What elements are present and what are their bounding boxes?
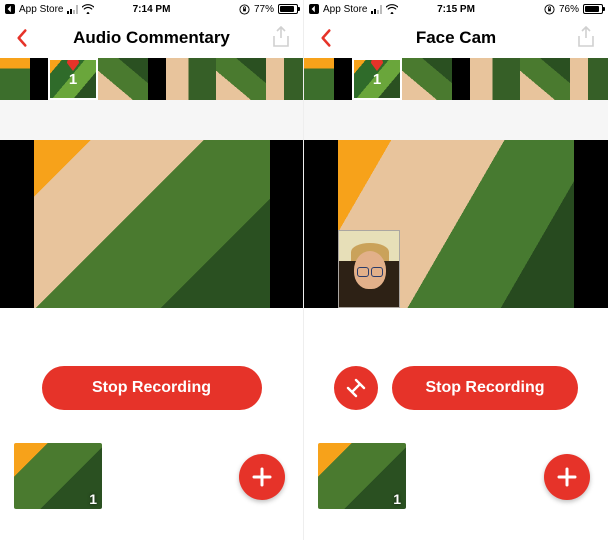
- video-preview[interactable]: [304, 140, 608, 308]
- timeline-frame[interactable]: [216, 58, 266, 100]
- battery-percent: 77%: [254, 4, 274, 15]
- spacer: [304, 100, 608, 140]
- timeline-gap: [30, 58, 48, 100]
- clips-row: 1: [304, 436, 608, 516]
- timeline-gap: [452, 58, 470, 100]
- stop-recording-button[interactable]: Stop Recording: [42, 366, 262, 410]
- nav-bar: Face Cam: [304, 18, 608, 58]
- timeline-gap: [334, 58, 352, 100]
- spacer: [0, 100, 303, 140]
- video-frame: [34, 140, 270, 308]
- battery-icon: [278, 4, 298, 14]
- clip-thumbnail[interactable]: 1: [318, 443, 406, 509]
- share-button[interactable]: [576, 26, 598, 50]
- timeline-frame[interactable]: [304, 58, 334, 100]
- spacer: [304, 412, 608, 436]
- marker-icon: [66, 58, 80, 72]
- breadcrumb-back-icon[interactable]: [5, 4, 15, 14]
- timeline-gap: [148, 58, 166, 100]
- timeline-frame-selected[interactable]: 1: [352, 58, 402, 100]
- spacer: [0, 412, 303, 436]
- add-clip-button[interactable]: [239, 454, 285, 500]
- screen-audio-commentary: App Store 7:14 PM 77% Audio Commentary 1: [0, 0, 304, 540]
- controls-row: Stop Recording: [0, 364, 303, 412]
- back-button[interactable]: [10, 26, 34, 50]
- face-cam-pip[interactable]: [338, 230, 400, 308]
- clip-number: 1: [393, 491, 401, 507]
- back-button[interactable]: [314, 26, 338, 50]
- timeline-frame[interactable]: [0, 58, 30, 100]
- page-title: Face Cam: [304, 28, 608, 48]
- page-title: Audio Commentary: [0, 28, 303, 48]
- timeline-frame[interactable]: [98, 58, 148, 100]
- video-frame: [338, 140, 574, 308]
- spacer: [0, 308, 303, 364]
- timeline-frame-selected[interactable]: 1: [48, 58, 98, 100]
- status-time: 7:15 PM: [437, 4, 475, 15]
- screen-face-cam: App Store 7:15 PM 76% Face Cam 1: [304, 0, 608, 540]
- timeline-strip[interactable]: 1: [0, 58, 303, 100]
- status-time: 7:14 PM: [133, 4, 171, 15]
- timeline-strip[interactable]: 1: [304, 58, 608, 100]
- timeline-marker-number: 1: [352, 71, 402, 88]
- pip-face: [357, 267, 383, 276]
- battery-icon: [583, 4, 603, 14]
- status-bar: App Store 7:14 PM 77%: [0, 0, 303, 18]
- status-bar: App Store 7:15 PM 76%: [304, 0, 608, 18]
- clip-number: 1: [89, 491, 97, 507]
- timeline-frame[interactable]: [470, 58, 520, 100]
- share-button[interactable]: [271, 26, 293, 50]
- controls-row: Stop Recording: [304, 364, 608, 412]
- add-clip-button[interactable]: [544, 454, 590, 500]
- orientation-lock-icon: [544, 4, 555, 15]
- timeline-frame[interactable]: [266, 58, 303, 100]
- timeline-marker-number: 1: [48, 71, 98, 88]
- cell-signal-icon: [67, 5, 78, 14]
- breadcrumb-app[interactable]: App Store: [19, 4, 63, 15]
- timeline-frame[interactable]: [402, 58, 452, 100]
- video-preview[interactable]: [0, 140, 303, 308]
- stop-recording-button[interactable]: Stop Recording: [392, 366, 578, 410]
- clips-row: 1: [0, 436, 303, 516]
- timeline-frame[interactable]: [166, 58, 216, 100]
- spacer: [304, 308, 608, 364]
- orientation-lock-icon: [239, 4, 250, 15]
- swap-camera-button[interactable]: [334, 366, 378, 410]
- battery-percent: 76%: [559, 4, 579, 15]
- timeline-frame[interactable]: [520, 58, 570, 100]
- wifi-icon: [386, 4, 398, 14]
- nav-bar: Audio Commentary: [0, 18, 303, 58]
- wifi-icon: [82, 4, 94, 14]
- clip-thumbnail[interactable]: 1: [14, 443, 102, 509]
- cell-signal-icon: [371, 5, 382, 14]
- breadcrumb-app[interactable]: App Store: [323, 4, 367, 15]
- timeline-frame[interactable]: [570, 58, 608, 100]
- breadcrumb-back-icon[interactable]: [309, 4, 319, 14]
- marker-icon: [370, 58, 384, 72]
